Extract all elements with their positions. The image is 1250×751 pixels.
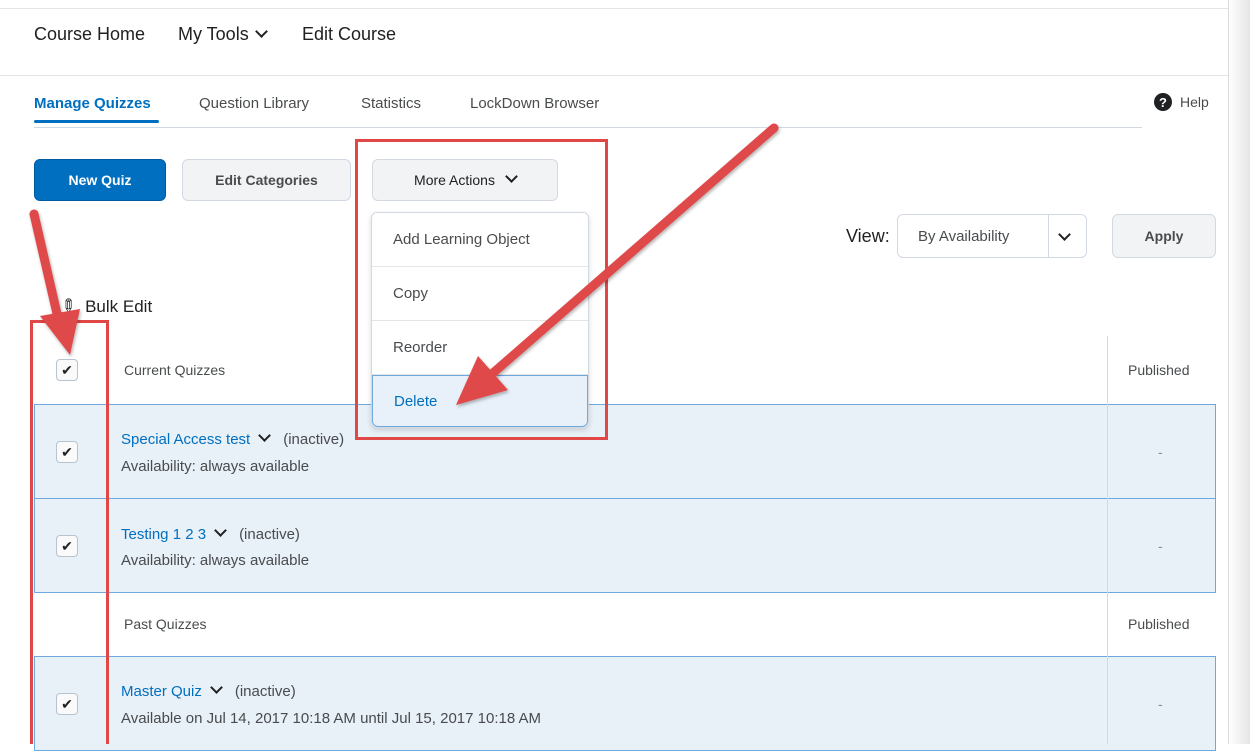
page-edge-shadow <box>1228 0 1250 744</box>
arrow-to-checkboxes <box>29 209 80 355</box>
page-edge <box>1228 0 1229 744</box>
arrow-to-delete <box>456 123 779 405</box>
annotation-arrows <box>29 123 779 405</box>
